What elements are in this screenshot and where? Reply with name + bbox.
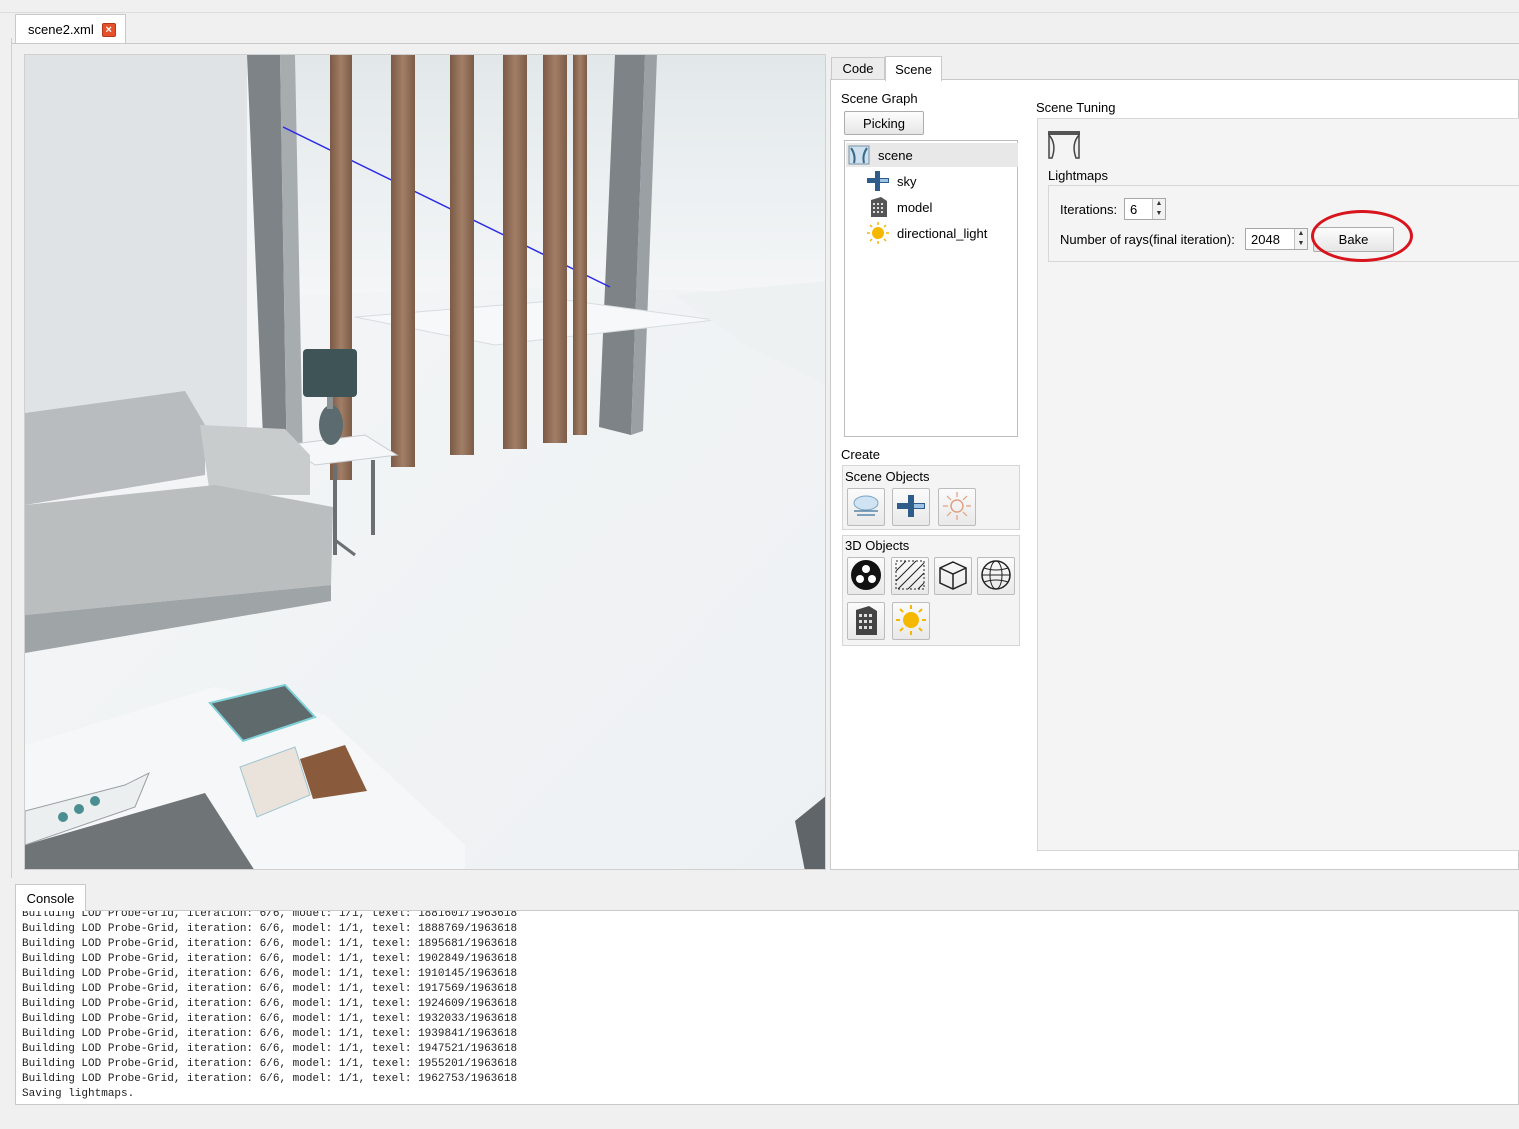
tab-bar-divider <box>12 43 1519 44</box>
scene-tuning-title: Scene Tuning <box>1036 100 1116 115</box>
console-line: Saving lightmaps. <box>22 1088 135 1100</box>
sky-icon <box>867 170 889 192</box>
create-cube-button[interactable] <box>934 557 972 595</box>
3d-objects-title: 3D Objects <box>845 538 910 553</box>
console-line: Building LOD Probe-Grid, iteration: 6/6,… <box>22 983 518 995</box>
create-directional-light-button[interactable] <box>892 602 930 640</box>
curtain-icon <box>1047 130 1081 163</box>
status-strip <box>0 1106 1519 1129</box>
document-tab[interactable]: scene2.xml × <box>15 14 126 44</box>
console-line: Building LOD Probe-Grid, iteration: 6/6,… <box>22 1058 518 1070</box>
create-particles-button[interactable] <box>847 557 885 595</box>
console-line: Building LOD Probe-Grid, iteration: 6/6,… <box>22 1013 518 1025</box>
create-sky-button[interactable] <box>892 488 930 526</box>
console-line: Building LOD Probe-Grid, iteration: 6/6,… <box>22 910 518 920</box>
create-model-button[interactable] <box>847 602 885 640</box>
sun-icon <box>896 604 926 638</box>
document-tab-label: scene2.xml <box>28 22 94 37</box>
tab-scene[interactable]: Scene <box>885 56 942 81</box>
tree-item-scene[interactable]: scene <box>846 143 1018 167</box>
top-border <box>0 0 1519 13</box>
scene-objects-title: Scene Objects <box>845 469 930 484</box>
iterations-label: Iterations: <box>1060 202 1118 217</box>
3d-viewport[interactable] <box>24 54 826 870</box>
tree-item-label: sky <box>897 173 917 189</box>
iterations-spinbox[interactable]: 6 ▲ ▼ <box>1124 198 1166 220</box>
picking-button[interactable]: Picking <box>844 111 924 135</box>
create-sphere-button[interactable] <box>977 557 1015 595</box>
sun-icon <box>867 222 889 244</box>
tab-code-label: Code <box>842 61 874 76</box>
tab-code[interactable]: Code <box>831 57 885 79</box>
scene-icon <box>848 144 870 166</box>
lightmaps-group <box>1048 185 1519 262</box>
spin-arrows-icon[interactable]: ▲ ▼ <box>1152 199 1165 219</box>
console-line: Building LOD Probe-Grid, iteration: 6/6,… <box>22 953 518 965</box>
particles-icon <box>850 559 882 594</box>
tree-item-directional-light[interactable]: directional_light <box>867 221 987 245</box>
sphere-icon <box>980 559 1012 594</box>
lightmaps-title: Lightmaps <box>1048 168 1108 183</box>
console-line: Building LOD Probe-Grid, iteration: 6/6,… <box>22 938 518 950</box>
tab-console-label: Console <box>26 890 75 906</box>
model-icon <box>867 196 889 218</box>
console-output[interactable]: Building LOD Probe-Grid, iteration: 6/6,… <box>15 910 1519 1105</box>
tree-item-model[interactable]: model <box>867 195 932 219</box>
plane-icon <box>894 559 926 594</box>
sky-icon <box>896 493 926 522</box>
close-tab-icon[interactable]: × <box>101 22 116 37</box>
splitter-handle[interactable] <box>0 872 1519 882</box>
console-lines: Building LOD Probe-Grid, iteration: 6/6,… <box>22 910 518 1102</box>
console-line: Building LOD Probe-Grid, iteration: 6/6,… <box>22 923 518 935</box>
model-icon <box>851 604 881 639</box>
scene-graph-title: Scene Graph <box>841 91 918 106</box>
fog-icon <box>851 493 881 522</box>
left-dock-strip <box>0 38 12 878</box>
spin-arrows-icon[interactable]: ▲ ▼ <box>1294 229 1307 249</box>
console-line: Building LOD Probe-Grid, iteration: 6/6,… <box>22 1028 518 1040</box>
tree-item-label: directional_light <box>897 225 988 241</box>
rays-value: 2048 <box>1251 231 1280 247</box>
point-light-icon <box>942 491 972 524</box>
tree-item-label: scene <box>878 147 913 163</box>
create-title: Create <box>841 447 881 462</box>
tree-item-sky[interactable]: sky <box>867 169 917 193</box>
bake-button[interactable]: Bake <box>1313 227 1394 252</box>
rays-spinbox[interactable]: 2048 ▲ ▼ <box>1245 228 1308 250</box>
console-line: Building LOD Probe-Grid, iteration: 6/6,… <box>22 1043 518 1055</box>
iterations-value: 6 <box>1130 201 1138 217</box>
create-point-light-button[interactable] <box>938 488 976 526</box>
create-plane-button[interactable] <box>891 557 929 595</box>
console-line: Building LOD Probe-Grid, iteration: 6/6,… <box>22 1073 518 1085</box>
rays-label: Number of rays(final iteration): <box>1060 232 1235 247</box>
cube-icon <box>937 559 969 594</box>
tab-console[interactable]: Console <box>15 884 86 911</box>
viewport-render <box>25 55 825 869</box>
console-line: Building LOD Probe-Grid, iteration: 6/6,… <box>22 968 518 980</box>
create-fog-button[interactable] <box>847 488 885 526</box>
tab-scene-label: Scene <box>895 61 932 77</box>
console-line: Building LOD Probe-Grid, iteration: 6/6,… <box>22 998 518 1010</box>
tree-item-label: model <box>897 199 933 215</box>
scene-graph-tree: scene sky model directional_light <box>844 140 1018 437</box>
